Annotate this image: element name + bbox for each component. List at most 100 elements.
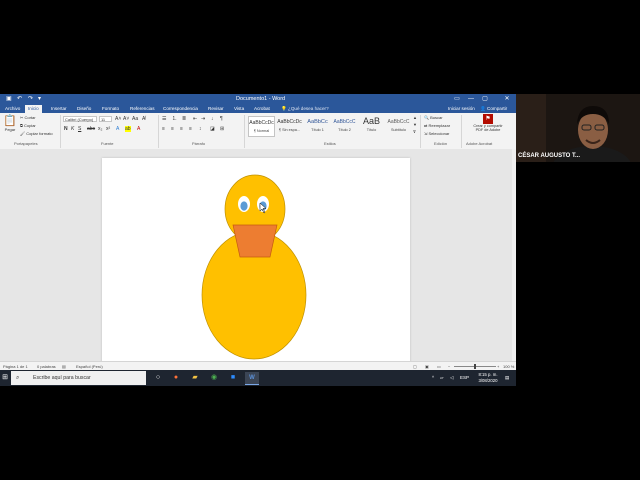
clock[interactable]: 8:15 p. m. 3/08/2020 [474,372,502,384]
style-preview: AaBbCcC [387,119,410,125]
text-effects-icon[interactable]: A [116,126,119,132]
save-icon[interactable]: ▣ [6,95,12,104]
sort-icon[interactable]: ↓ [211,116,214,122]
webcam-video [516,94,640,162]
shading-icon[interactable]: ◪ [210,126,215,132]
tab-acrobat[interactable]: Acrobat [251,105,273,113]
minimize-button[interactable]: — [464,94,478,105]
align-left-icon[interactable]: ≡ [162,126,165,132]
align-center-icon[interactable]: ≡ [171,126,174,132]
document-page[interactable] [102,158,410,361]
customize-qat-icon[interactable]: ▾ [38,95,41,104]
decrease-indent-icon[interactable]: ⇤ [193,116,197,122]
cortana-icon[interactable]: ○ [151,372,165,384]
maximize-button[interactable]: ▢ [478,94,492,105]
bullets-icon[interactable]: ☰ [162,116,166,122]
multilevel-list-icon[interactable]: ≣ [182,116,186,122]
find-button[interactable]: 🔍 Buscar [424,115,443,120]
undo-icon[interactable]: ↶ [17,95,22,104]
style-normal[interactable]: AaBbCcDc ¶ Normal [248,116,275,137]
format-painter-button[interactable]: 🖌 Copiar formato [20,131,53,136]
tab-inicio[interactable]: Inicio [25,105,42,113]
strikethrough-icon[interactable]: abc [87,126,95,132]
volume-icon[interactable]: ◁ [450,370,453,386]
tell-me-box[interactable]: 💡 ¿Qué desea hacer? [281,105,329,113]
tab-referencias[interactable]: Referencias [127,105,158,113]
share-button[interactable]: 👤 Compartir [480,105,507,113]
show-marks-icon[interactable]: ¶ [220,116,223,122]
style-heading-1[interactable]: AaBbCc Título 1 [304,116,331,137]
cut-label: Cortar [24,115,36,120]
sign-in-link[interactable]: Iniciar sesión [448,105,475,113]
tab-insertar[interactable]: Insertar [48,105,70,113]
close-button[interactable]: ✕ [500,94,514,105]
styles-scroll-down-icon[interactable]: ▼ [413,122,417,128]
superscript-icon[interactable]: x² [106,126,110,132]
grow-font-icon[interactable]: A˄ [115,116,121,122]
word-taskbar-icon[interactable]: W [245,372,259,385]
cut-button[interactable]: ✂ Cortar [20,115,36,120]
shrink-font-icon[interactable]: A˅ [123,116,129,122]
chrome-icon[interactable]: ◉ [207,372,221,384]
clipboard-icon: 📋 [3,115,17,127]
zoom-slider-thumb[interactable] [474,364,476,369]
vertical-scrollbar[interactable] [512,149,516,361]
numbering-icon[interactable]: ⒈ [172,116,177,122]
style-subtitle[interactable]: AaBbCcC Subtítulo [385,116,412,137]
duck-beak-shape[interactable] [232,224,278,258]
share-label: Compartir [487,106,508,111]
file-explorer-icon[interactable]: ▰ [188,372,202,384]
subscript-icon[interactable]: x₂ [98,126,102,132]
taskbar-search-box[interactable]: ⌕ Escribe aquí para buscar [11,371,146,385]
person-icon: 👤 [480,106,486,111]
styles-more-icon[interactable]: ⊽ [413,129,416,135]
zoom-app-icon[interactable]: ■ [226,372,240,384]
tab-correspondencia[interactable]: Correspondencia [160,105,201,113]
line-spacing-icon[interactable]: ↕ [199,126,202,132]
align-right-icon[interactable]: ≡ [180,126,183,132]
paste-button[interactable]: 📋 Pegar [3,115,17,135]
input-language[interactable]: ESP [460,370,469,386]
style-label: Título 1 [311,128,324,132]
style-heading-2[interactable]: AaBbCcC Título 2 [331,116,358,137]
tab-vista[interactable]: Vista [231,105,247,113]
search-icon: 🔍 [424,115,429,120]
select-button[interactable]: ⇲ Seleccionar [424,131,449,136]
tab-formato[interactable]: Formato [99,105,122,113]
notifications-icon[interactable]: ▤ [505,370,509,386]
create-pdf-button[interactable]: ⚑ Crear y compartir PDF de Adobe [464,114,512,138]
justify-icon[interactable]: ≡ [189,126,192,132]
font-size-select[interactable]: 11 [99,116,112,122]
windows-start-icon[interactable]: ⊞ [0,372,10,384]
cursor-icon: ⇲ [424,131,428,136]
copy-label: Copiar [23,123,36,128]
underline-icon[interactable]: S [78,126,81,132]
replace-button[interactable]: ⇄ Reemplazar [424,123,450,128]
font-color-icon[interactable]: A [137,126,140,132]
replace-label: Reemplazar [428,123,451,128]
font-name-select[interactable]: Calibri (Cuerpo) [63,116,97,122]
style-preview: AaB [362,116,380,126]
network-icon[interactable]: ▱ [440,370,443,386]
borders-icon[interactable]: ⊞ [220,126,224,132]
style-no-spacing[interactable]: AaBbCcDc ¶ Sin espa... [276,116,303,137]
firefox-icon[interactable]: ● [169,372,183,384]
bold-icon[interactable]: N [64,126,68,132]
increase-indent-icon[interactable]: ⇥ [201,116,205,122]
document-area [0,149,512,361]
change-case-icon[interactable]: Aa [132,116,138,122]
tab-diseno[interactable]: Diseño [74,105,94,113]
tab-archivo[interactable]: Archivo [2,105,23,113]
tab-revisar[interactable]: Revisar [205,105,227,113]
tray-arrow-icon[interactable]: ^ [432,370,434,386]
search-icon: ⌕ [16,375,20,381]
redo-icon[interactable]: ↷ [28,95,33,104]
style-title[interactable]: AaB Título [358,116,385,137]
italic-icon[interactable]: K [71,126,74,132]
ribbon-display-button[interactable]: ▭ [450,94,464,105]
highlight-icon[interactable]: ab [125,126,131,132]
group-divider [244,115,245,148]
styles-scroll-up-icon[interactable]: ▲ [413,115,417,121]
copy-button[interactable]: ⧉ Copiar [20,123,36,128]
clear-format-icon[interactable]: A̸ [142,116,145,122]
